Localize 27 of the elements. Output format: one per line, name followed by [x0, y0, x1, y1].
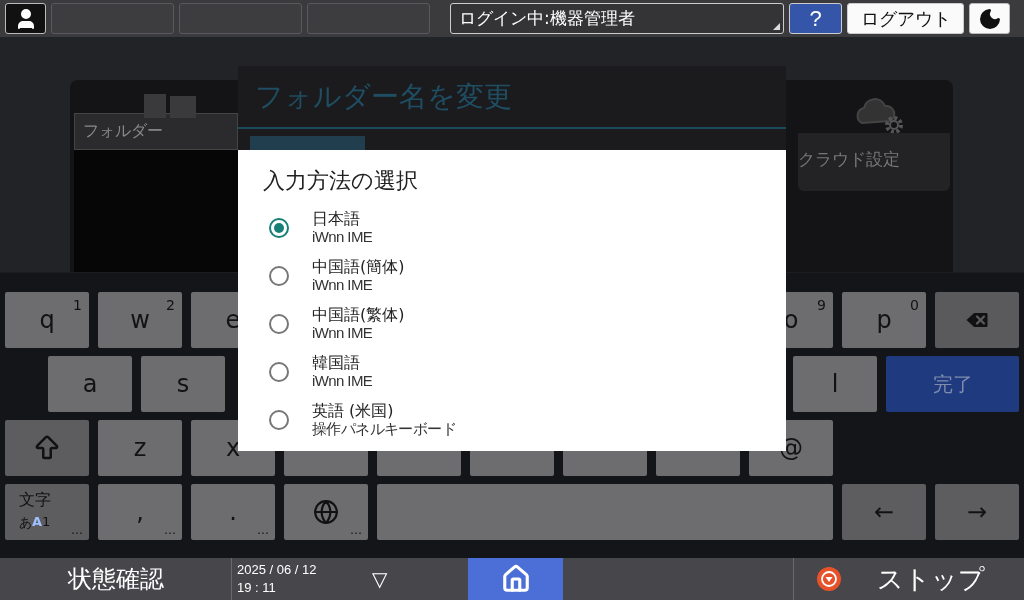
option-description: 操作パネルキーボード	[312, 420, 456, 438]
key-label: 文字	[19, 490, 51, 511]
more-mark: …	[257, 523, 269, 537]
key-number: 0	[910, 297, 919, 313]
key-number: 2	[166, 297, 175, 313]
date-text: 2025 / 06 / 12	[237, 561, 318, 579]
folder-header: フォルダー	[74, 113, 238, 150]
option-label: 韓国語	[312, 354, 361, 372]
key-number: 9	[817, 297, 826, 313]
more-mark: …	[350, 523, 362, 537]
option-description: iWnn IME	[312, 372, 373, 390]
option-label: 英語 (米国)	[312, 402, 395, 420]
dialog-title: フォルダー名を変更	[238, 66, 786, 129]
option-label: 中国語(簡体)	[312, 258, 405, 276]
mode-option: あ	[19, 514, 32, 532]
option-label: 中国語(繁体)	[312, 306, 405, 324]
time-text: 19 : 11	[237, 579, 277, 597]
more-mark: …	[71, 523, 83, 537]
option-description: iWnn IME	[312, 324, 374, 342]
mode-option: 1	[42, 514, 51, 532]
key-number: 1	[73, 297, 82, 313]
option-label: 日本語	[312, 210, 361, 228]
option-description: iWnn IME	[312, 228, 373, 246]
more-mark: …	[164, 523, 176, 537]
option-description: iWnn IME	[312, 276, 374, 294]
mode-option: A	[32, 514, 43, 532]
dialog-title: 入力方法の選択	[263, 167, 419, 195]
